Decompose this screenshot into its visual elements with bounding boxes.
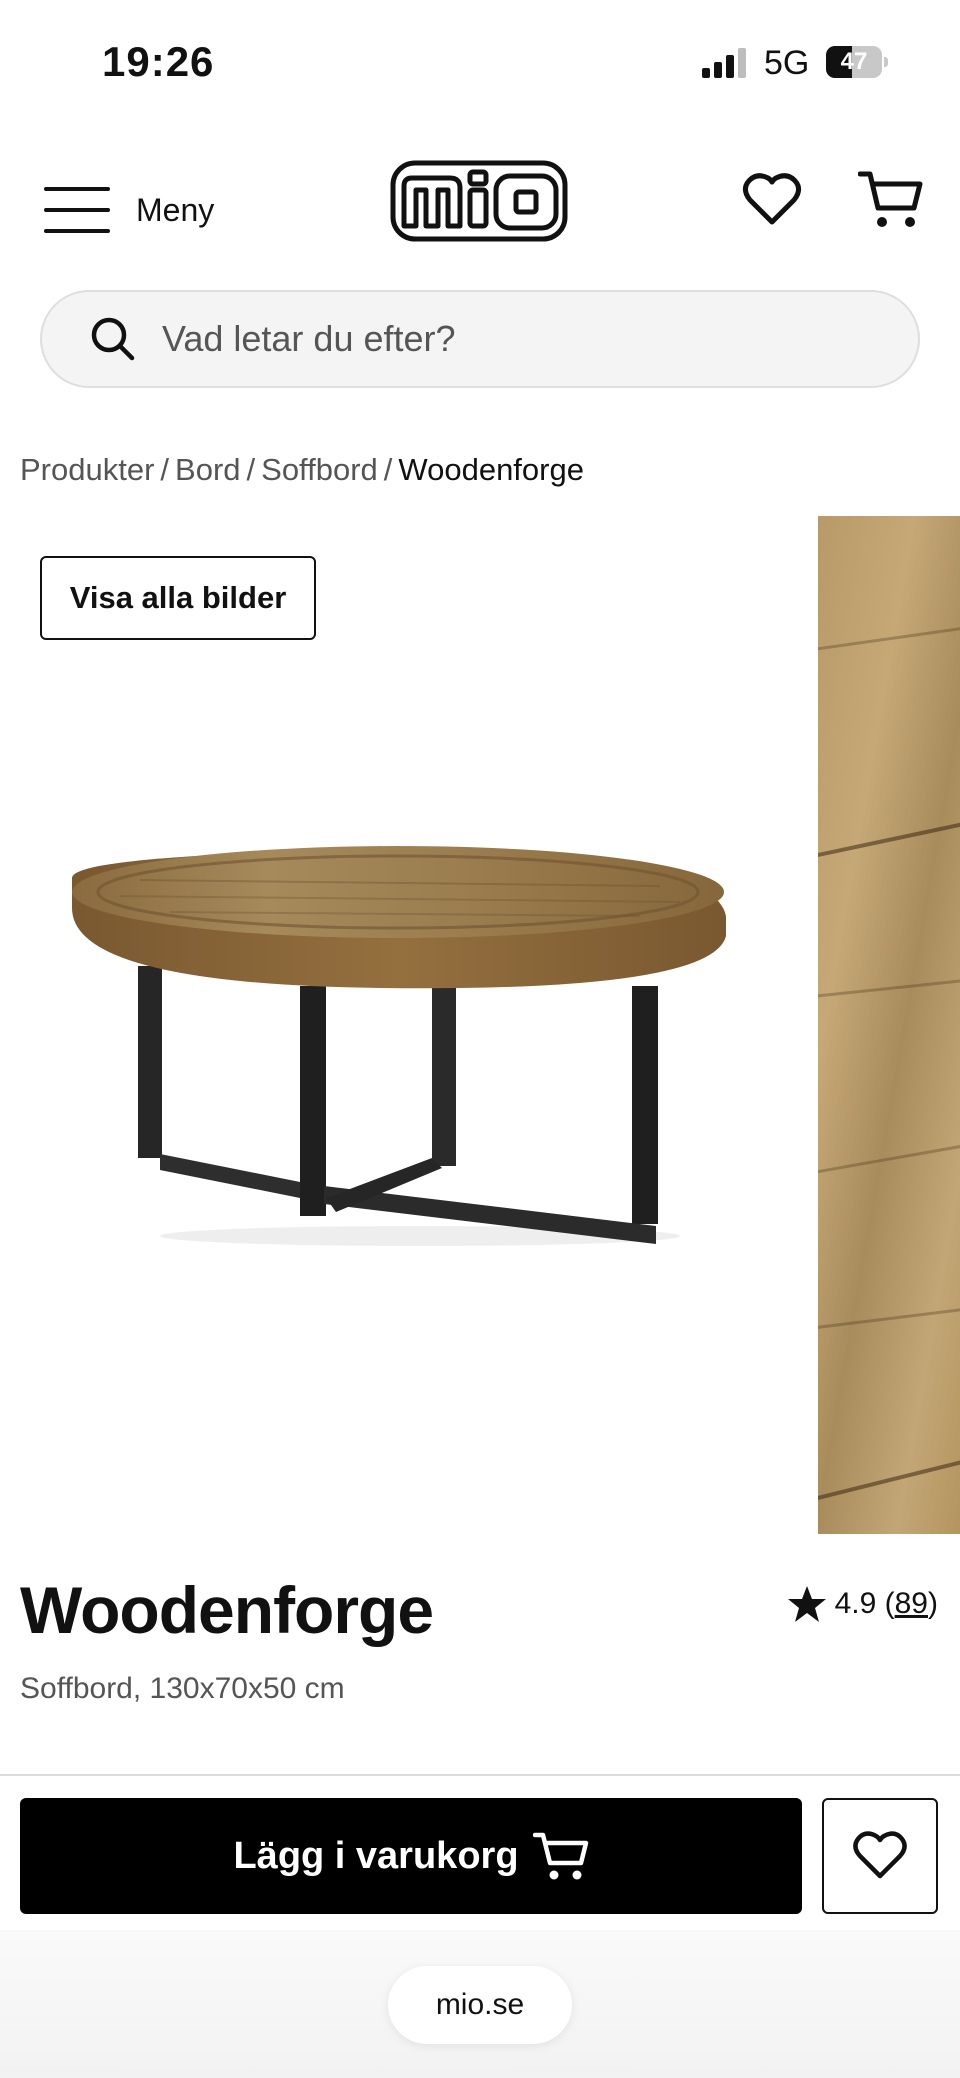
site-header: Meny (0, 140, 960, 270)
product-rating[interactable]: 4.9 (89) (787, 1584, 938, 1624)
heart-icon (853, 1831, 907, 1879)
star-icon (787, 1586, 826, 1622)
search-icon (91, 317, 135, 361)
signal-icon (702, 48, 746, 78)
breadcrumb: Produkter / Bord / Soffbord / Woodenforge (20, 452, 584, 488)
breadcrumb-bord[interactable]: Bord (175, 452, 240, 487)
product-subtitle: Soffbord, 130x70x50 cm (20, 1672, 345, 1705)
product-title: Woodenforge (20, 1573, 434, 1647)
search-input[interactable] (162, 318, 862, 360)
review-count-link[interactable]: 89 (895, 1587, 928, 1621)
cart-icon (532, 1832, 588, 1880)
mio-logo[interactable] (390, 160, 568, 242)
cart-icon[interactable] (858, 168, 924, 230)
next-product-image[interactable] (818, 516, 960, 1534)
breadcrumb-separator: / (246, 452, 256, 487)
search-bar[interactable] (40, 290, 920, 388)
battery-icon: 47 (826, 46, 888, 78)
breadcrumb-separator: / (383, 452, 393, 487)
product-image[interactable] (60, 836, 740, 1256)
status-time: 19:26 (102, 38, 215, 85)
status-bar: 19:26 5G 47 (0, 0, 960, 130)
rating-value: 4.9 (834, 1587, 877, 1620)
product-gallery[interactable]: Visa alla bilder (0, 516, 960, 1534)
browser-toolbar: mio.se (0, 1930, 960, 2078)
add-to-cart-label: Lägg i varukorg (233, 1834, 519, 1877)
breadcrumb-separator: / (160, 452, 170, 487)
rating-paren-close: ) (928, 1587, 938, 1620)
add-to-cart-button[interactable]: Lägg i varukorg (20, 1798, 802, 1914)
battery-level: 47 (840, 48, 868, 75)
breadcrumb-soffbord[interactable]: Soffbord (261, 452, 378, 487)
menu-button[interactable]: Meny (44, 180, 244, 240)
favorites-heart-icon[interactable] (742, 170, 802, 230)
menu-label: Meny (136, 191, 215, 228)
rating-paren-open: ( (876, 1587, 895, 1620)
network-label: 5G (764, 44, 810, 82)
show-all-images-button[interactable]: Visa alla bilder (40, 556, 316, 640)
breadcrumb-current: Woodenforge (398, 452, 584, 487)
divider (0, 1774, 960, 1776)
add-to-favorites-button[interactable] (822, 1798, 938, 1914)
breadcrumb-produkter[interactable]: Produkter (20, 452, 154, 487)
hamburger-icon (44, 187, 110, 233)
url-bar[interactable]: mio.se (388, 1966, 572, 2044)
